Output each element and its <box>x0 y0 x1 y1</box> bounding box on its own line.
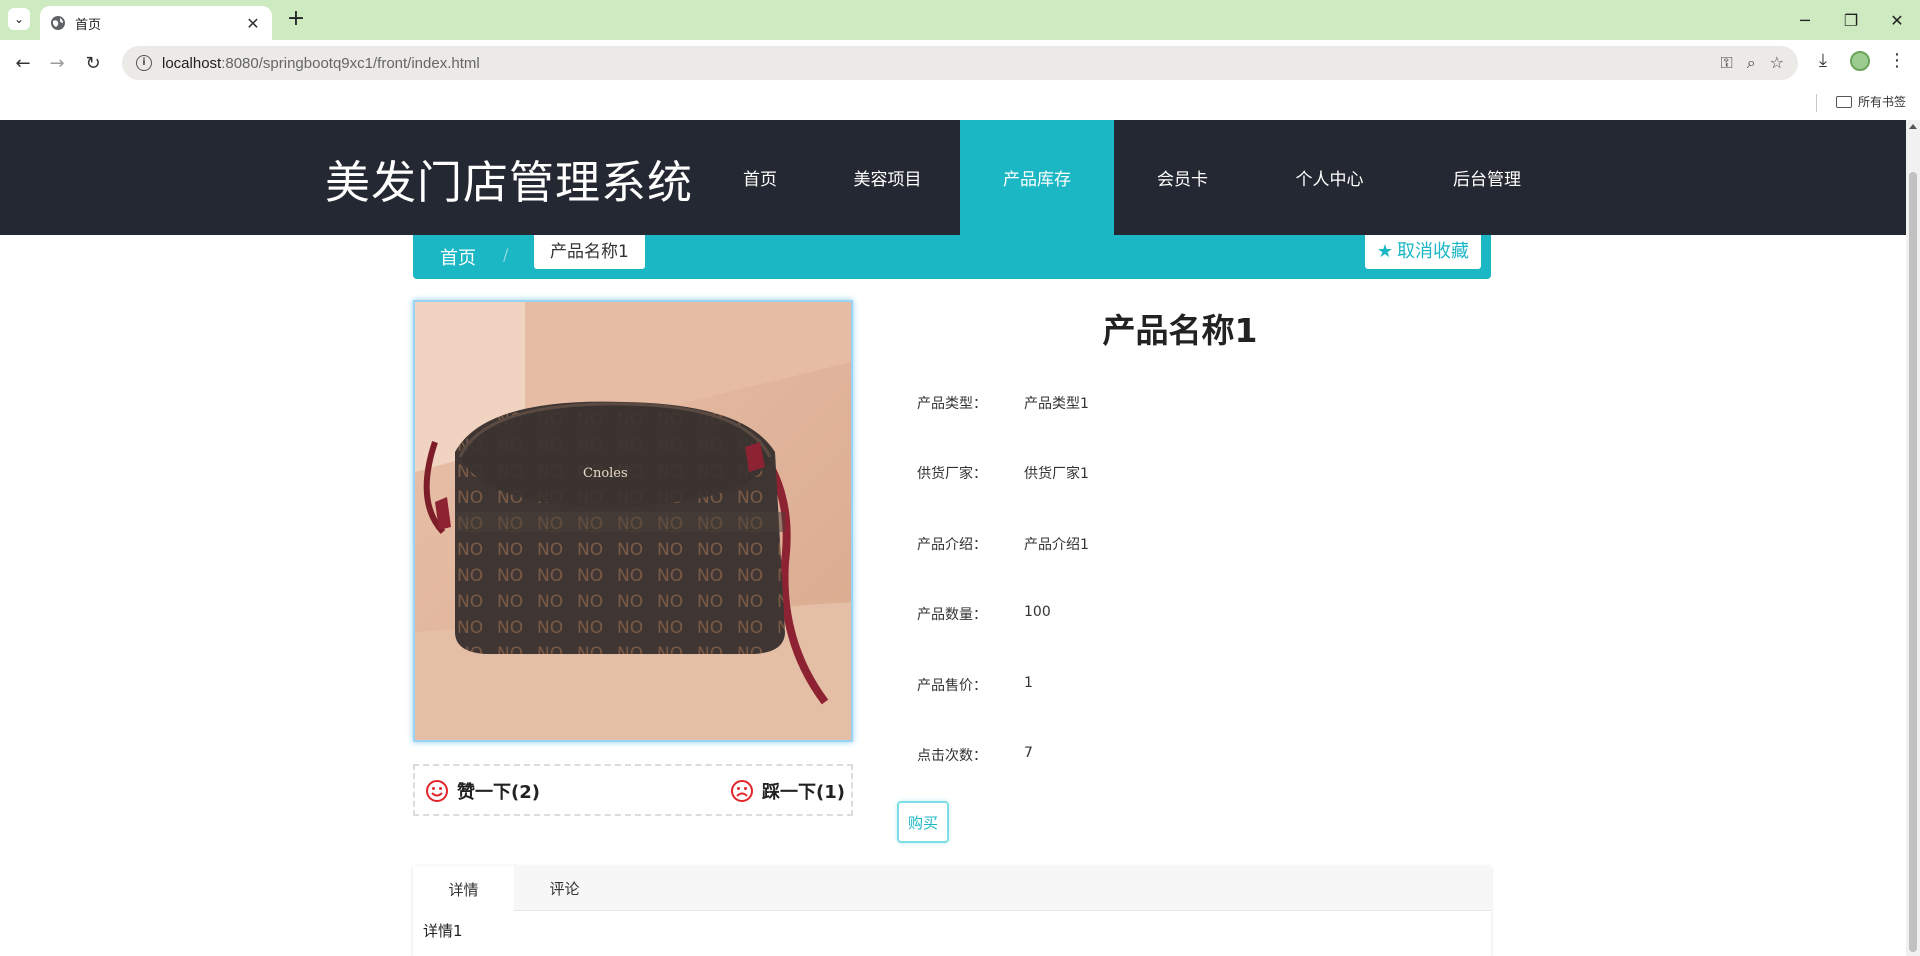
bookmarks-divider <box>1816 94 1817 112</box>
product-title: 产品名称1 <box>1102 311 1258 350</box>
info-row-supplier: 供货厂家： 供货厂家1 <box>917 466 1089 482</box>
zoom-icon[interactable]: ⌕ <box>1747 53 1756 73</box>
bag-brand-text: Cnoles <box>583 466 628 481</box>
smile-icon <box>426 780 448 802</box>
detail-tabs-panel: 详情 评论 详情1 <box>413 866 1491 956</box>
close-tab-icon[interactable]: ✕ <box>244 14 262 33</box>
tab-search-button[interactable]: ⌄ <box>8 8 30 30</box>
unfavorite-button[interactable]: ★ 取消收藏 <box>1364 235 1481 269</box>
folder-icon <box>1835 95 1852 108</box>
star-icon: ★ <box>1376 241 1393 262</box>
frown-icon <box>731 780 753 802</box>
reload-icon[interactable]: ↻ <box>80 50 106 76</box>
page-scrollbar[interactable] <box>1906 120 1920 956</box>
site-header: 美发门店管理系统 首页 美容项目 产品库存 会员卡 个人中心 后台管理 <box>0 120 1906 235</box>
download-icon[interactable]: ⤓ <box>1812 50 1834 71</box>
tab-details[interactable]: 详情 <box>413 866 514 912</box>
profile-avatar[interactable] <box>1850 50 1870 71</box>
all-bookmarks-button[interactable]: 所有书签 <box>1835 93 1906 110</box>
address-bar[interactable]: i localhost:8080/springbootq9xc1/front/i… <box>122 46 1798 80</box>
nav-item-personal-center[interactable]: 个人中心 <box>1251 120 1408 235</box>
scroll-up-icon[interactable] <box>1909 124 1917 129</box>
restore-icon[interactable]: ❐ <box>1828 0 1874 40</box>
info-row-intro: 产品介绍： 产品介绍1 <box>917 537 1089 553</box>
product-image[interactable]: NO Cnoles <box>413 300 853 742</box>
breadcrumb-home[interactable]: 首页 <box>440 244 476 270</box>
browser-tab-bar: ⌄ 首页 ✕ + ─ ❐ ✕ <box>0 0 1920 40</box>
info-row-quantity: 产品数量： 100 <box>917 604 1051 623</box>
minimize-icon[interactable]: ─ <box>1782 0 1828 40</box>
site-logo[interactable]: 美发门店管理系统 <box>325 146 693 211</box>
site-info-icon[interactable]: i <box>136 55 152 71</box>
bookmark-star-icon[interactable]: ☆ <box>1770 53 1784 73</box>
close-window-icon[interactable]: ✕ <box>1874 0 1920 40</box>
vote-box: 赞一下(2) 踩一下(1) <box>413 764 853 816</box>
nav-item-admin[interactable]: 后台管理 <box>1408 120 1566 235</box>
buy-button[interactable]: 购买 <box>897 801 949 843</box>
like-button[interactable]: 赞一下(2) <box>425 778 540 804</box>
nav-item-product-stock[interactable]: 产品库存 <box>960 120 1114 235</box>
forward-arrow-icon[interactable]: → <box>44 50 70 76</box>
tab-title: 首页 <box>75 17 102 33</box>
new-tab-button[interactable]: + <box>282 6 310 34</box>
dislike-button[interactable]: 踩一下(1) <box>730 778 845 804</box>
tabs-header: 详情 评论 <box>413 866 1491 912</box>
breadcrumb-separator: / <box>503 245 509 264</box>
info-row-clicks: 点击次数： 7 <box>917 745 1033 764</box>
menu-kebab-icon[interactable]: ⋮ <box>1886 50 1908 71</box>
page-viewport: 美发门店管理系统 首页 美容项目 产品库存 会员卡 个人中心 后台管理 首页 /… <box>0 120 1906 956</box>
url-text[interactable]: localhost:8080/springbootq9xc1/front/ind… <box>162 55 1721 72</box>
main-nav: 首页 美容项目 产品库存 会员卡 个人中心 后台管理 <box>705 120 1566 235</box>
breadcrumb-current: 产品名称1 <box>534 235 645 269</box>
window-controls: ─ ❐ ✕ <box>1782 0 1920 40</box>
info-row-price: 产品售价： 1 <box>917 675 1033 694</box>
nav-item-home[interactable]: 首页 <box>705 120 815 235</box>
tab-content: 详情1 <box>423 922 463 940</box>
back-arrow-icon[interactable]: ← <box>10 50 36 76</box>
breadcrumb: 首页 / 产品名称1 ★ 取消收藏 <box>413 235 1491 279</box>
password-key-icon[interactable]: ⚿ <box>1721 53 1733 73</box>
info-row-type: 产品类型： 产品类型1 <box>917 396 1089 412</box>
handbag-illustration: NO Cnoles <box>415 302 851 740</box>
scrollbar-thumb[interactable] <box>1909 172 1917 952</box>
browser-tab[interactable]: 首页 ✕ <box>40 6 272 40</box>
nav-item-beauty-projects[interactable]: 美容项目 <box>815 120 960 235</box>
bookmarks-bar: 所有书签 <box>0 86 1920 120</box>
address-toolbar: ← → ↻ i localhost:8080/springbootq9xc1/f… <box>0 40 1920 86</box>
tab-comments[interactable]: 评论 <box>514 866 615 911</box>
nav-item-membership-card[interactable]: 会员卡 <box>1114 120 1251 235</box>
globe-icon <box>51 16 65 30</box>
